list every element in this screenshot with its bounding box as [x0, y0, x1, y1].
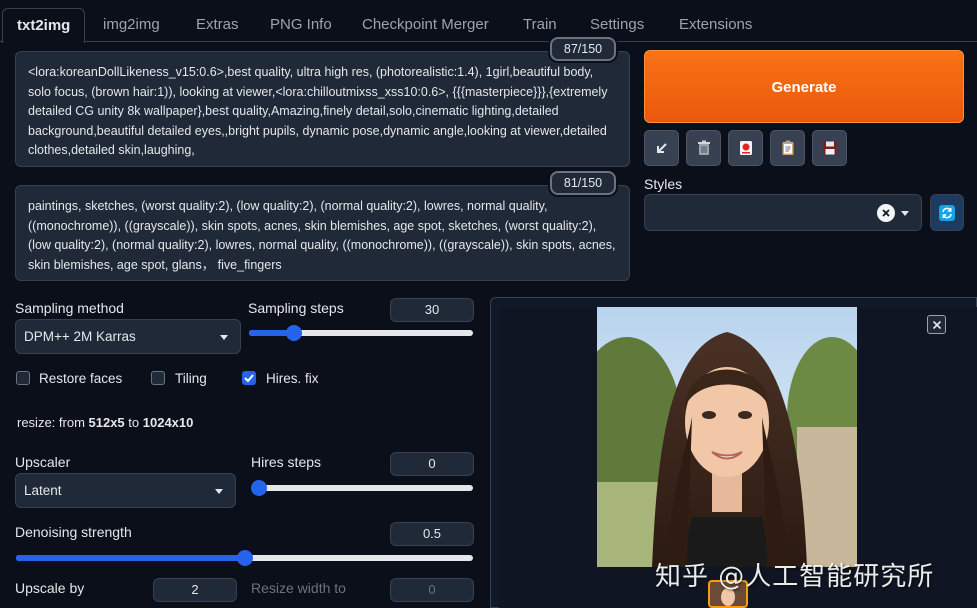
clipboard-icon: [782, 140, 793, 155]
refresh-styles-button[interactable]: [930, 194, 964, 231]
styles-label: Styles: [644, 176, 683, 192]
upscale-by-input[interactable]: 2: [153, 578, 237, 602]
hires-steps-label: Hires steps: [251, 454, 322, 470]
tiling-label: Tiling: [175, 371, 207, 386]
apply-styles-button[interactable]: [770, 130, 805, 166]
save-icon: [823, 141, 836, 155]
negative-prompt-textarea[interactable]: paintings, sketches, (worst quality:2), …: [15, 185, 630, 281]
upscaler-label: Upscaler: [15, 454, 71, 470]
denoising-strength-input[interactable]: 0.5: [390, 522, 474, 546]
tab-checkpoint-merger[interactable]: Checkpoint Merger: [348, 8, 503, 42]
tab-extras[interactable]: Extras: [182, 8, 253, 42]
generate-button[interactable]: Generate: [644, 50, 964, 123]
hires-steps-slider[interactable]: [251, 480, 473, 496]
show-extra-networks-button[interactable]: [728, 130, 763, 166]
resize-info-text: resize: from 512x5 to 1024x10: [17, 415, 194, 430]
slider-fill: [16, 555, 245, 561]
tab-txt2img[interactable]: txt2img: [2, 8, 86, 43]
checkmark-icon: [244, 374, 254, 383]
tab-png-info[interactable]: PNG Info: [256, 8, 346, 42]
prompt-token-counter: 87/150: [550, 37, 616, 61]
sampling-steps-input[interactable]: 30: [390, 298, 474, 322]
hires-fix-label: Hires. fix: [266, 371, 319, 386]
prompt-textarea[interactable]: <lora:koreanDollLikeness_v15:0.6>,best q…: [15, 51, 630, 167]
save-style-button[interactable]: [812, 130, 847, 166]
slider-thumb[interactable]: [236, 550, 253, 566]
card-icon: [739, 141, 752, 155]
close-gallery-button[interactable]: [927, 315, 946, 334]
denoising-strength-label: Denoising strength: [15, 524, 132, 540]
clear-prompt-button[interactable]: [686, 130, 721, 166]
slider-thumb[interactable]: [285, 325, 302, 341]
chevron-down-icon: [220, 334, 228, 340]
trash-icon: [697, 140, 710, 155]
hires-fix-checkbox[interactable]: [242, 371, 256, 385]
tiling-checkbox[interactable]: [151, 371, 165, 385]
sampling-steps-slider[interactable]: [249, 325, 473, 341]
close-icon: [932, 320, 941, 329]
resize-width-label: Resize width to: [251, 580, 346, 596]
sampling-method-label: Sampling method: [15, 300, 124, 316]
restore-faces-label: Restore faces: [39, 371, 123, 386]
sampling-method-dropdown[interactable]: DPM++ 2M Karras: [15, 319, 241, 354]
restore-faces-checkbox[interactable]: [16, 371, 30, 385]
hires-steps-input[interactable]: 0: [390, 452, 474, 476]
paste-params-button[interactable]: [644, 130, 679, 166]
generated-image[interactable]: [597, 307, 857, 567]
tab-extensions[interactable]: Extensions: [665, 8, 766, 42]
arrow-icon: [656, 143, 667, 153]
styles-dropdown[interactable]: [644, 194, 922, 231]
upscaler-dropdown[interactable]: Latent: [15, 473, 236, 508]
chevron-down-icon: [901, 210, 909, 216]
sampling-steps-label: Sampling steps: [248, 300, 344, 316]
upscale-by-label: Upscale by: [15, 580, 85, 596]
clear-icon[interactable]: [877, 204, 895, 222]
negative-prompt-token-counter: 81/150: [550, 171, 616, 195]
tab-img2img[interactable]: img2img: [89, 8, 174, 42]
refresh-icon: [939, 204, 955, 221]
slider-thumb[interactable]: [251, 480, 267, 496]
watermark-text: 知乎 @人工智能研究所: [655, 562, 935, 592]
upscaler-value: Latent: [24, 483, 62, 498]
sampling-method-value: DPM++ 2M Karras: [24, 329, 136, 344]
chevron-down-icon: [215, 488, 223, 494]
resize-width-input[interactable]: 0: [390, 578, 474, 602]
denoising-strength-slider[interactable]: [16, 550, 473, 566]
